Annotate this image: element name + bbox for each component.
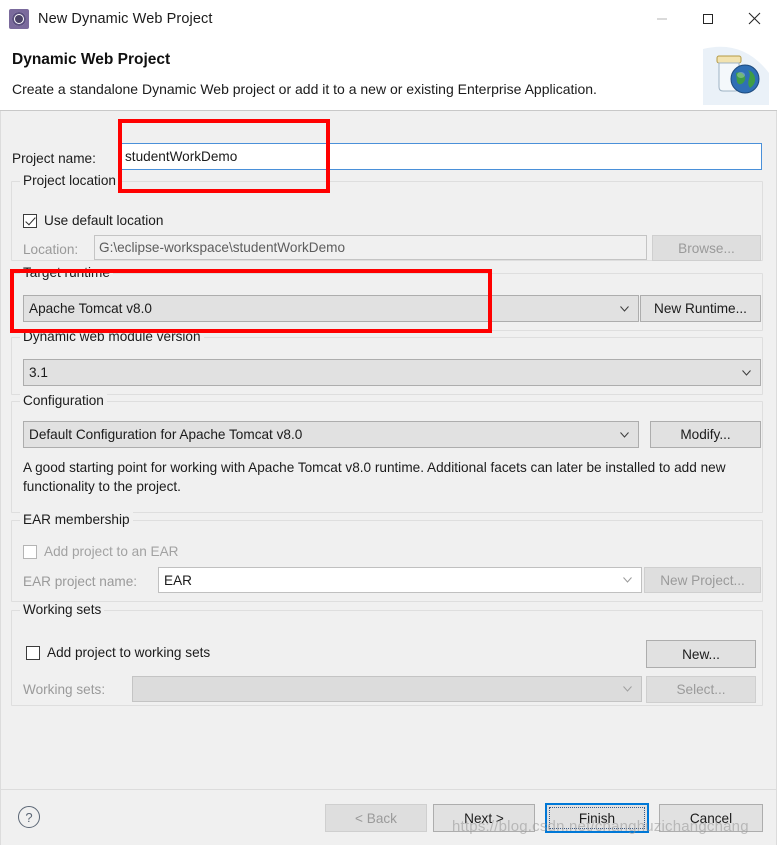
configuration-combo[interactable]: Default Configuration for Apache Tomcat … xyxy=(23,421,639,448)
watermark-text: https://blog.csdn.net/changhuzichangchan… xyxy=(452,818,749,835)
chevron-down-icon xyxy=(620,431,629,438)
select-working-set-button: Select... xyxy=(646,676,756,703)
maximize-icon[interactable] xyxy=(685,0,731,37)
modify-button[interactable]: Modify... xyxy=(650,421,761,448)
new-runtime-button[interactable]: New Runtime... xyxy=(640,295,761,322)
chevron-down-icon xyxy=(623,686,632,692)
configuration-group-title: Configuration xyxy=(20,393,107,408)
window-controls xyxy=(639,0,777,37)
target-runtime-combo[interactable]: Apache Tomcat v8.0 xyxy=(23,295,639,322)
page-title: Dynamic Web Project xyxy=(12,51,171,68)
dialog-body: Project name: studentWorkDemo Project lo… xyxy=(0,111,777,789)
back-button: < Back xyxy=(325,804,427,832)
close-icon[interactable] xyxy=(731,0,777,37)
title-bar: New Dynamic Web Project xyxy=(0,0,777,37)
configuration-value: Default Configuration for Apache Tomcat … xyxy=(29,427,303,442)
working-sets-label: Working sets: xyxy=(23,682,106,697)
target-runtime-group-title: Target runtime xyxy=(20,265,113,280)
page-description: Create a standalone Dynamic Web project … xyxy=(12,81,597,97)
working-sets-group-title: Working sets xyxy=(20,602,105,617)
add-project-to-working-sets-checkbox[interactable]: Add project to working sets xyxy=(26,645,210,660)
working-sets-combo xyxy=(132,676,642,702)
add-project-to-working-sets-label: Add project to working sets xyxy=(47,645,211,660)
checkbox-box xyxy=(26,645,40,660)
ear-membership-group-title: EAR membership xyxy=(20,512,133,527)
question-mark-icon[interactable]: ? xyxy=(18,806,40,828)
use-default-location-label: Use default location xyxy=(44,213,164,228)
new-working-set-button[interactable]: New... xyxy=(646,640,756,668)
ear-project-name-value: EAR xyxy=(164,572,192,588)
module-version-value: 3.1 xyxy=(29,365,48,380)
module-version-combo[interactable]: 3.1 xyxy=(23,359,761,386)
new-ear-project-button: New Project... xyxy=(644,567,761,593)
minimize-icon[interactable] xyxy=(639,0,685,37)
add-project-to-ear-checkbox[interactable]: Add project to an EAR xyxy=(23,544,179,559)
gear-icon xyxy=(9,8,29,29)
new-dynamic-web-project-dialog: New Dynamic Web Project Dynamic Web Proj… xyxy=(0,0,777,845)
window-title: New Dynamic Web Project xyxy=(38,10,213,27)
configuration-description: A good starting point for working with A… xyxy=(23,460,726,494)
project-name-label: Project name: xyxy=(12,151,96,166)
configuration-group: Configuration xyxy=(11,393,763,513)
chevron-down-icon xyxy=(623,577,632,583)
module-version-group-title: Dynamic web module version xyxy=(20,329,204,344)
checkbox-box xyxy=(23,213,37,228)
ear-project-name-label: EAR project name: xyxy=(23,574,138,589)
project-name-input[interactable]: studentWorkDemo xyxy=(120,143,762,170)
checkbox-box xyxy=(23,544,37,559)
jar-globe-icon xyxy=(703,39,769,105)
location-label: Location: xyxy=(23,242,79,257)
chevron-down-icon xyxy=(620,305,629,312)
add-project-to-ear-label: Add project to an EAR xyxy=(44,544,179,559)
wizard-header: Dynamic Web Project Create a standalone … xyxy=(0,37,777,111)
use-default-location-checkbox[interactable]: Use default location xyxy=(23,213,163,228)
chevron-down-icon xyxy=(742,369,751,376)
browse-button: Browse... xyxy=(652,235,761,261)
project-location-group-title: Project location xyxy=(20,173,119,188)
target-runtime-value: Apache Tomcat v8.0 xyxy=(29,301,152,316)
ear-project-name-combo: EAR xyxy=(158,567,642,593)
location-input: G:\eclipse-workspace\studentWorkDemo xyxy=(94,235,647,260)
